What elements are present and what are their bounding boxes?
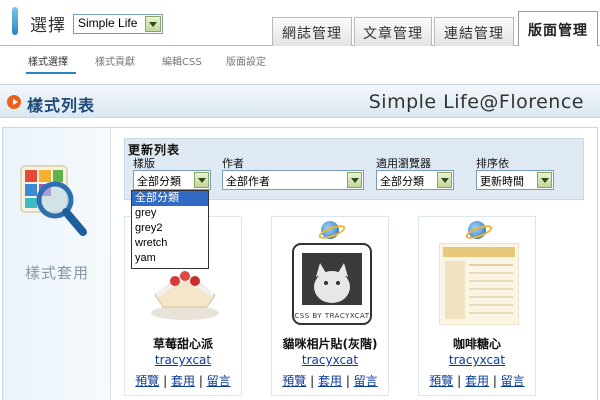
top-bar: 選擇 Simple Life 網誌管理 文章管理 連結管理 版面管理 [0,0,600,47]
ie-browser-icon [468,221,486,239]
thumbnail-caption: CSS BY TRACYXCAT [294,312,370,320]
dropdown-option-all[interactable]: 全部分類 [132,191,208,206]
browser-filter-select[interactable]: 全部分類 [376,170,454,190]
comment-link[interactable]: 留言 [501,374,525,388]
blog-brand: Simple Life@Florence [368,91,584,113]
dropdown-option-grey2[interactable]: grey2 [132,221,208,236]
style-author-link[interactable]: tracyxcat [272,353,388,367]
blog-select-label: 選擇 [30,16,66,36]
apply-link[interactable]: 套用 [171,374,195,388]
style-author-link[interactable]: tracyxcat [419,353,535,367]
template-filter-value: 全部分類 [137,175,181,188]
blog-select[interactable]: Simple Life [73,14,163,34]
comment-link[interactable]: 留言 [207,374,231,388]
blog-select-value: Simple Life [78,16,138,30]
tab-article-management[interactable]: 文章管理 [354,17,432,47]
style-card: CSS BY TRACYXCAT 貓咪相片貼(灰階) tracyxcat 預覽 … [271,216,389,396]
section-header: 樣式列表 Simple Life@Florence [0,84,600,118]
dropdown-option-grey[interactable]: grey [132,206,208,221]
subnav-style-select[interactable]: 樣式選擇 [28,53,68,68]
subnav-edit-css[interactable]: 編輯CSS [162,53,202,68]
tab-layout-management[interactable]: 版面管理 [518,11,598,47]
subnav-layout-settings[interactable]: 版面設定 [226,53,266,68]
ie-browser-icon [321,221,339,239]
preview-link[interactable]: 預覽 [135,374,159,388]
arrow-right-icon [7,95,21,109]
accent-bar-icon [12,7,18,35]
template-dropdown-list: 全部分類 grey grey2 wretch yam [131,190,209,269]
style-name: 貓咪相片貼(灰階) [282,337,378,351]
main-panel: 樣式套用 更新列表 樣版 全部分類 作者 全部作者 適用瀏覽器 全部分類 排序依… [2,127,598,400]
dropdown-option-wretch[interactable]: wretch [132,236,208,251]
template-filter-label: 樣版 [133,157,155,170]
style-name: 咖啡糖心 [452,337,501,351]
chevron-down-icon[interactable] [194,172,209,188]
subnav-style-contribute[interactable]: 樣式貢獻 [95,53,135,68]
author-filter-label: 作者 [222,157,244,170]
style-actions: 預覽 | 套用 | 留言 [282,374,378,388]
tab-blog-management[interactable]: 網誌管理 [272,17,352,47]
style-apply-label: 樣式套用 [24,264,89,282]
author-filter-value: 全部作者 [226,175,270,188]
sort-filter-select[interactable]: 更新時間 [476,170,554,190]
chevron-down-icon[interactable] [537,172,552,188]
magnifier-palette-icon [20,165,87,236]
style-actions: 預覽 | 套用 | 留言 [135,374,231,388]
apply-link[interactable]: 套用 [318,374,342,388]
dropdown-option-yam[interactable]: yam [132,251,208,266]
left-panel: 樣式套用 [3,128,111,400]
style-card: 咖啡糖心 tracyxcat 預覽 | 套用 | 留言 [418,216,536,396]
sort-filter-label: 排序依 [476,157,509,170]
page-title: 樣式列表 [27,96,96,115]
preview-link[interactable]: 預覽 [282,374,306,388]
sort-filter-value: 更新時間 [480,175,524,188]
browser-filter-value: 全部分類 [380,175,424,188]
style-actions: 預覽 | 套用 | 留言 [429,374,525,388]
chevron-down-icon[interactable] [437,172,452,188]
chevron-down-icon[interactable] [347,172,362,188]
style-author-link[interactable]: tracyxcat [125,353,241,367]
tab-link-management[interactable]: 連結管理 [434,17,514,47]
preview-link[interactable]: 預覽 [429,374,453,388]
template-filter-select[interactable]: 全部分類 [133,170,211,190]
chevron-down-icon[interactable] [145,16,161,32]
coffee-candy-thumbnail [439,243,519,325]
sub-nav: 樣式選擇 樣式貢獻 編輯CSS 版面設定 [0,46,600,74]
author-filter-select[interactable]: 全部作者 [222,170,364,190]
comment-link[interactable]: 留言 [354,374,378,388]
active-subnav-underline [26,72,76,74]
style-name: 草莓甜心派 [152,337,213,351]
browser-filter-label: 適用瀏覽器 [376,157,431,170]
apply-link[interactable]: 套用 [465,374,489,388]
